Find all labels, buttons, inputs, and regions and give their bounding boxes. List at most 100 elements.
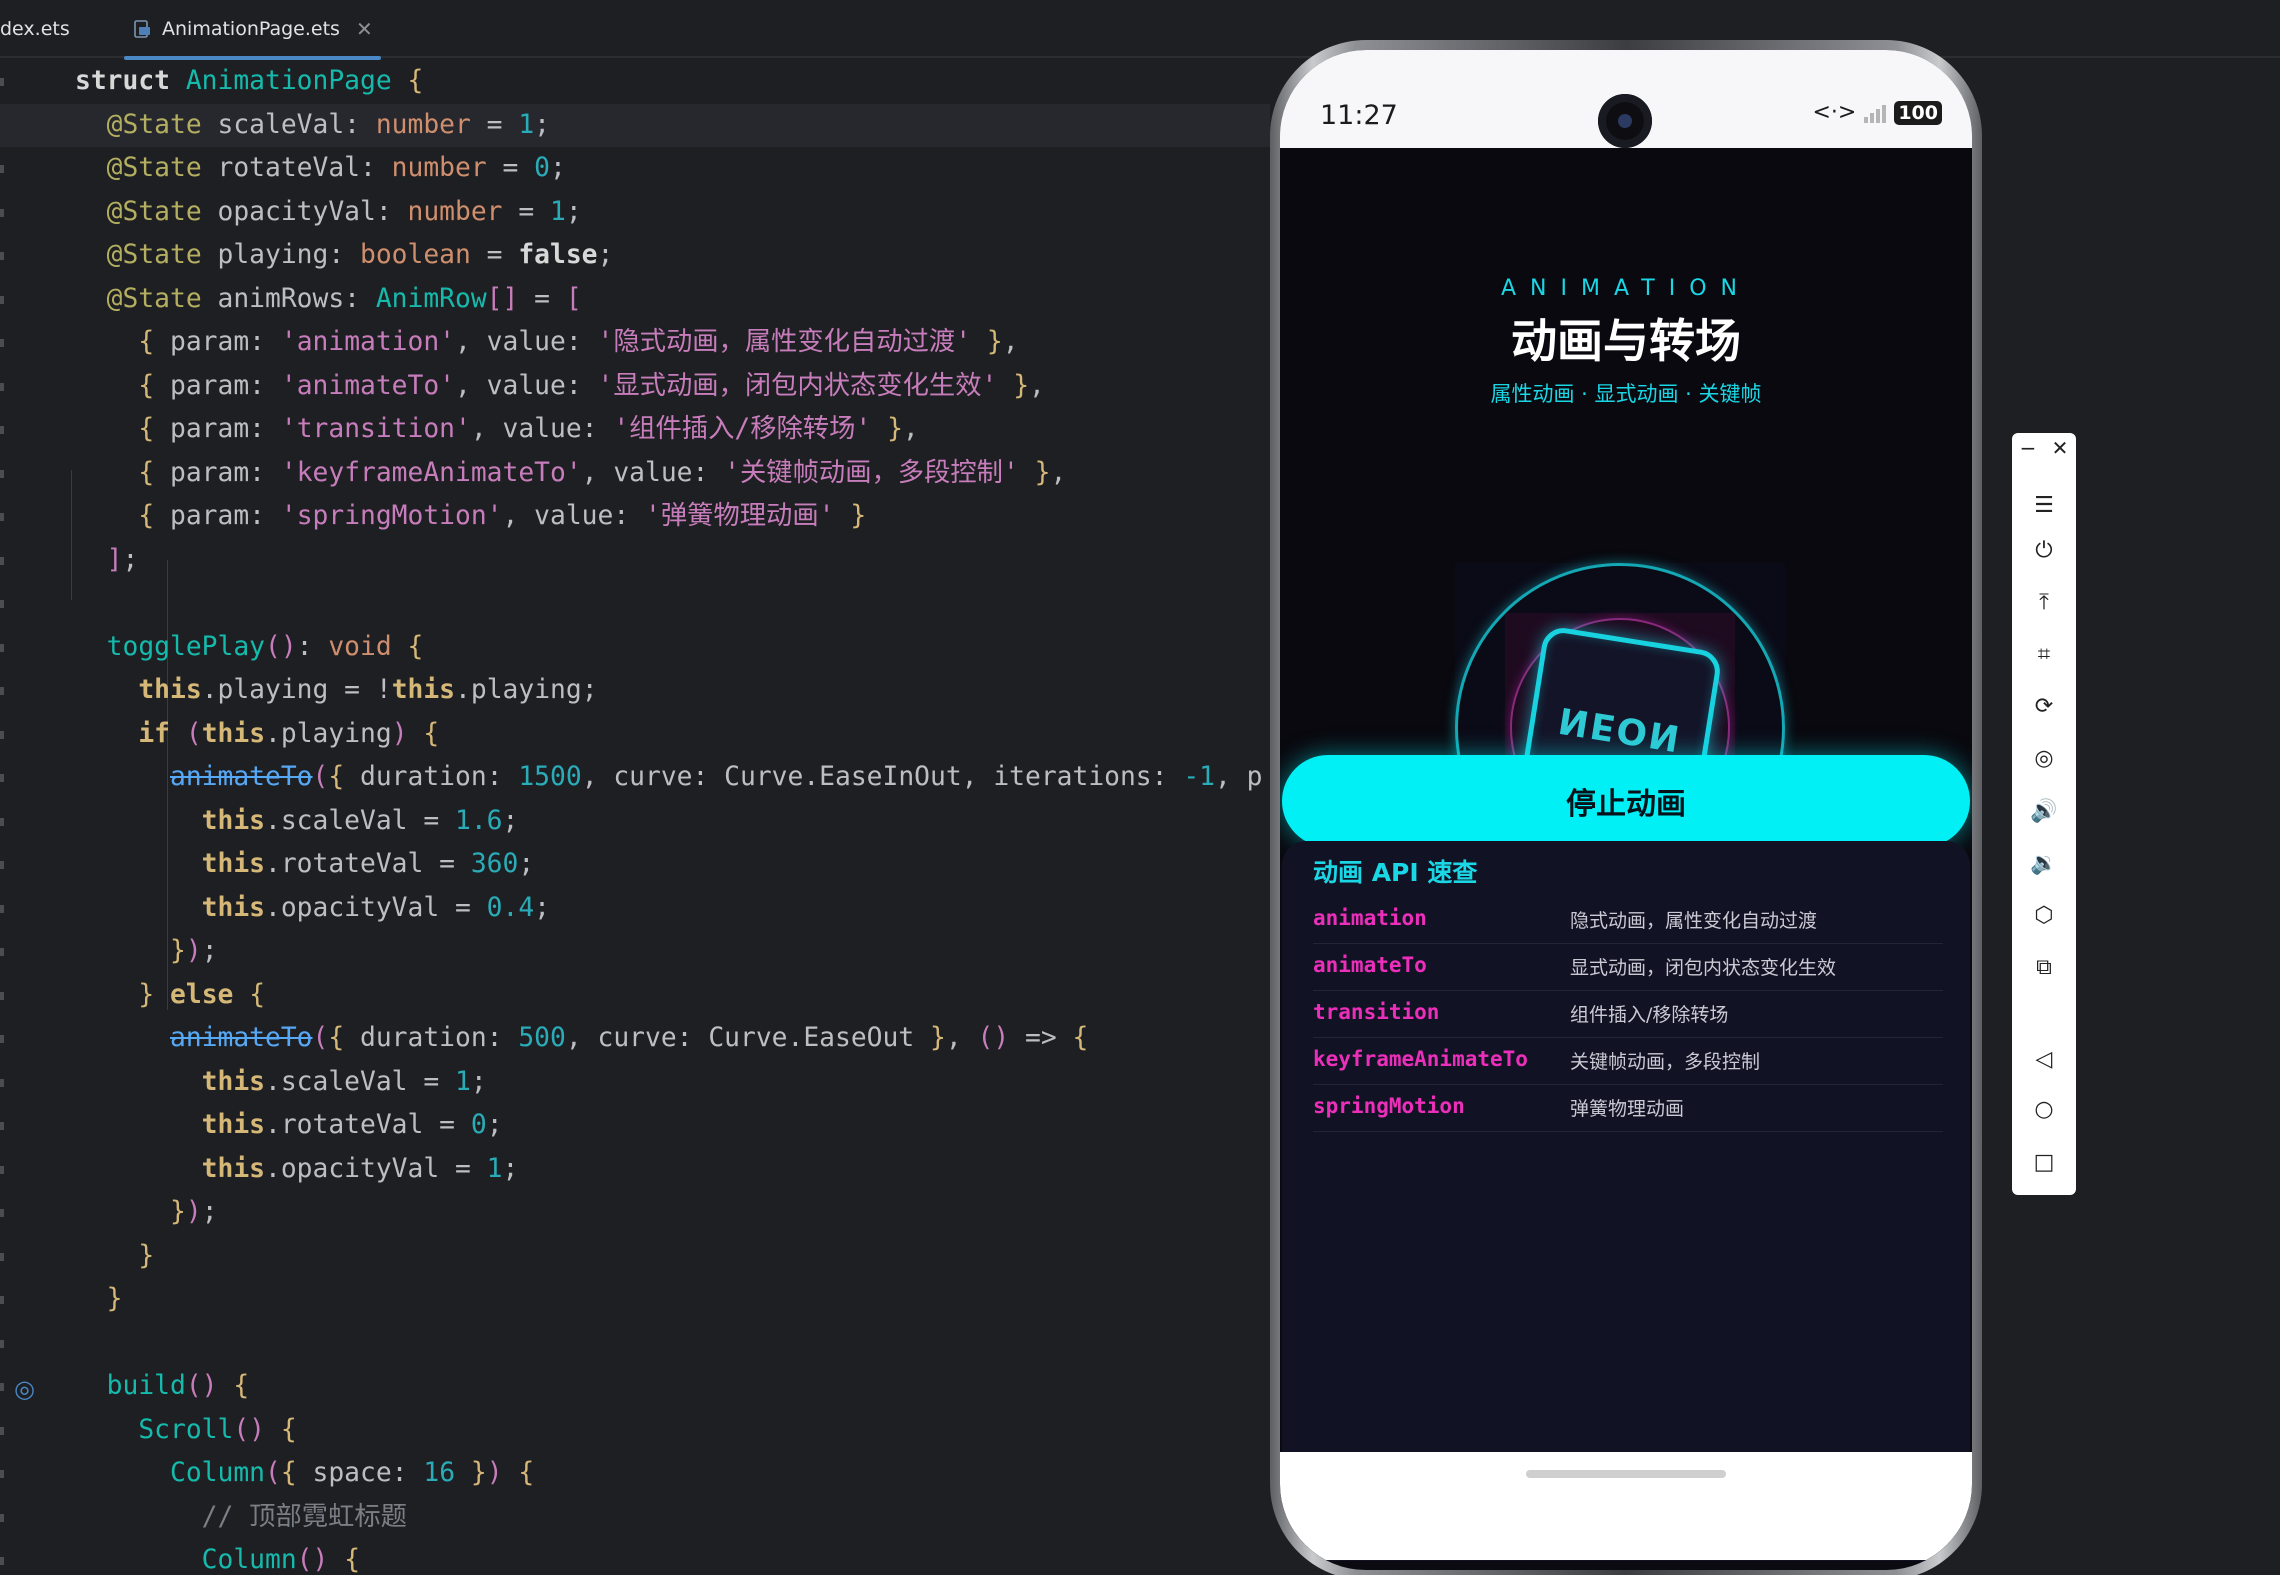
code-token: param:: [154, 457, 281, 488]
code-line[interactable]: }: [0, 1278, 1270, 1322]
code-token: AnimationPage: [185, 66, 408, 96]
back-icon[interactable]: ◁: [2012, 1039, 2076, 1079]
code-token: struct: [75, 66, 186, 96]
device-screen: 11:27 <·> 100 ANIMATION 动画与转场 属性动画 · 显式动…: [1280, 50, 1972, 1570]
code-line[interactable]: });: [0, 930, 1270, 974]
api-param: animateTo: [1313, 953, 1427, 977]
rotate-icon[interactable]: ⟳: [2012, 687, 2076, 727]
code-line[interactable]: { param: 'springMotion', value: '弹簧物理动画'…: [0, 495, 1270, 539]
code-token: }: [1013, 370, 1030, 401]
code-line[interactable]: build() {: [0, 1365, 1270, 1409]
code-line[interactable]: { param: 'animation', value: '隐式动画，属性变化自…: [0, 321, 1270, 365]
code-token: Column: [170, 1458, 265, 1488]
volume-down-icon[interactable]: 🔉: [2012, 843, 2076, 883]
code-line[interactable]: @State opacityVal: number = 1;: [0, 191, 1270, 235]
api-row: transition 组件插入/移除转场: [1313, 991, 1943, 1038]
stop-animation-button[interactable]: 停止动画: [1282, 755, 1970, 847]
code-token: this: [391, 675, 456, 705]
code-line[interactable]: // 顶部霓虹标题: [0, 1496, 1270, 1540]
record-icon[interactable]: ◎: [2012, 739, 2076, 779]
code-line[interactable]: Scroll() {: [0, 1409, 1270, 1453]
crop-icon[interactable]: ⌗: [2012, 635, 2076, 675]
code-line[interactable]: ];: [0, 539, 1270, 583]
shake-icon[interactable]: ⬡: [2012, 896, 2076, 936]
power-icon[interactable]: ⏻: [2012, 530, 2076, 570]
tab-index-ets[interactable]: dex.ets: [0, 0, 70, 58]
code-line[interactable]: @State rotateVal: number = 0;: [0, 147, 1270, 191]
code-token: }: [887, 414, 903, 444]
code-token: (): [185, 1371, 218, 1401]
code-token: 1.6: [455, 805, 503, 836]
code-token: =: [518, 283, 566, 314]
code-line[interactable]: { param: 'animateTo', value: '显式动画，闭包内状态…: [0, 365, 1270, 409]
code-line[interactable]: });: [0, 1191, 1270, 1235]
code-token: ;: [550, 153, 566, 183]
code-token: {: [407, 66, 424, 96]
code-line[interactable]: Column({ space: 16 }) {: [0, 1452, 1270, 1496]
close-icon[interactable]: ✕: [356, 17, 373, 41]
close-icon[interactable]: ✕: [2052, 436, 2069, 460]
status-icons: <·> 100: [1812, 100, 1942, 125]
code-line[interactable]: struct AnimationPage {: [0, 60, 1270, 104]
code-token: {: [518, 1458, 535, 1488]
top-icon[interactable]: ⤒: [2012, 582, 2076, 622]
multi-screen-icon[interactable]: ⧉: [2012, 948, 2076, 988]
code-token: []: [486, 283, 519, 314]
code-line[interactable]: this.scaleVal = 1;: [0, 1061, 1270, 1105]
volume-up-icon[interactable]: 🔊: [2012, 791, 2076, 831]
code-token: , value:: [502, 501, 646, 531]
code-editor[interactable]: struct AnimationPage { @State scaleVal: …: [0, 60, 1270, 1575]
code-line[interactable]: }: [0, 1235, 1270, 1279]
home-icon[interactable]: ○: [2012, 1090, 2076, 1130]
code-line[interactable]: } else {: [0, 974, 1270, 1018]
code-line[interactable]: [0, 582, 1270, 626]
code-token: (): [296, 1545, 329, 1575]
run-gutter-icon[interactable]: ◎: [14, 1375, 35, 1403]
code-line[interactable]: [0, 1322, 1270, 1366]
code-line[interactable]: this.playing = !this.playing;: [0, 669, 1270, 713]
code-token: animRows:: [217, 283, 376, 314]
code-token: }: [1034, 457, 1051, 488]
recents-icon[interactable]: □: [2012, 1142, 2076, 1182]
code-line[interactable]: this.opacityVal = 0.4;: [0, 887, 1270, 931]
code-token: ;: [201, 1197, 218, 1227]
code-token: 'transition': [280, 414, 471, 444]
code-token: {: [249, 979, 266, 1010]
code-line[interactable]: @State scaleVal: number = 1;: [0, 103, 1270, 147]
code-line[interactable]: { param: 'transition', value: '组件插入/移除转场…: [0, 408, 1270, 452]
code-token: ;: [534, 892, 551, 923]
home-indicator[interactable]: [1526, 1470, 1726, 1478]
code-line[interactable]: @State playing: boolean = false;: [0, 234, 1270, 278]
code-line[interactable]: @State animRows: AnimRow[] = [: [0, 278, 1270, 322]
tab-animationpage-ets[interactable]: AnimationPage.ets ✕: [120, 0, 385, 60]
code-token: ,: [1050, 457, 1067, 488]
code-line[interactable]: animateTo({ duration: 1500, curve: Curve…: [0, 756, 1270, 800]
minimize-icon[interactable]: −: [2020, 436, 2037, 460]
api-value: 显式动画，闭包内状态变化生效: [1570, 957, 1837, 979]
code-token: scaleVal:: [217, 109, 376, 140]
menu-icon[interactable]: ☰: [2012, 485, 2076, 525]
code-line[interactable]: this.rotateVal = 360;: [0, 843, 1270, 887]
code-token: ,: [945, 1023, 978, 1053]
api-value: 关键帧动画，多段控制: [1570, 1051, 1761, 1073]
code-line[interactable]: this.rotateVal = 0;: [0, 1104, 1270, 1148]
code-line[interactable]: this.scaleVal = 1.6;: [0, 800, 1270, 844]
code-line[interactable]: this.opacityVal = 1;: [0, 1148, 1270, 1192]
code-token: {: [407, 631, 424, 662]
code-token: ]: [106, 544, 123, 575]
code-token: this: [201, 892, 266, 923]
code-line[interactable]: togglePlay(): void {: [0, 626, 1270, 670]
code-line[interactable]: Column() {: [0, 1539, 1270, 1575]
code-line[interactable]: { param: 'keyframeAnimateTo', value: '关键…: [0, 452, 1270, 496]
code-line[interactable]: if (this.playing) {: [0, 713, 1270, 757]
code-token: .playing;: [455, 675, 598, 705]
code-line[interactable]: animateTo({ duration: 500, curve: Curve.…: [0, 1017, 1270, 1061]
code-token: {: [138, 414, 155, 444]
